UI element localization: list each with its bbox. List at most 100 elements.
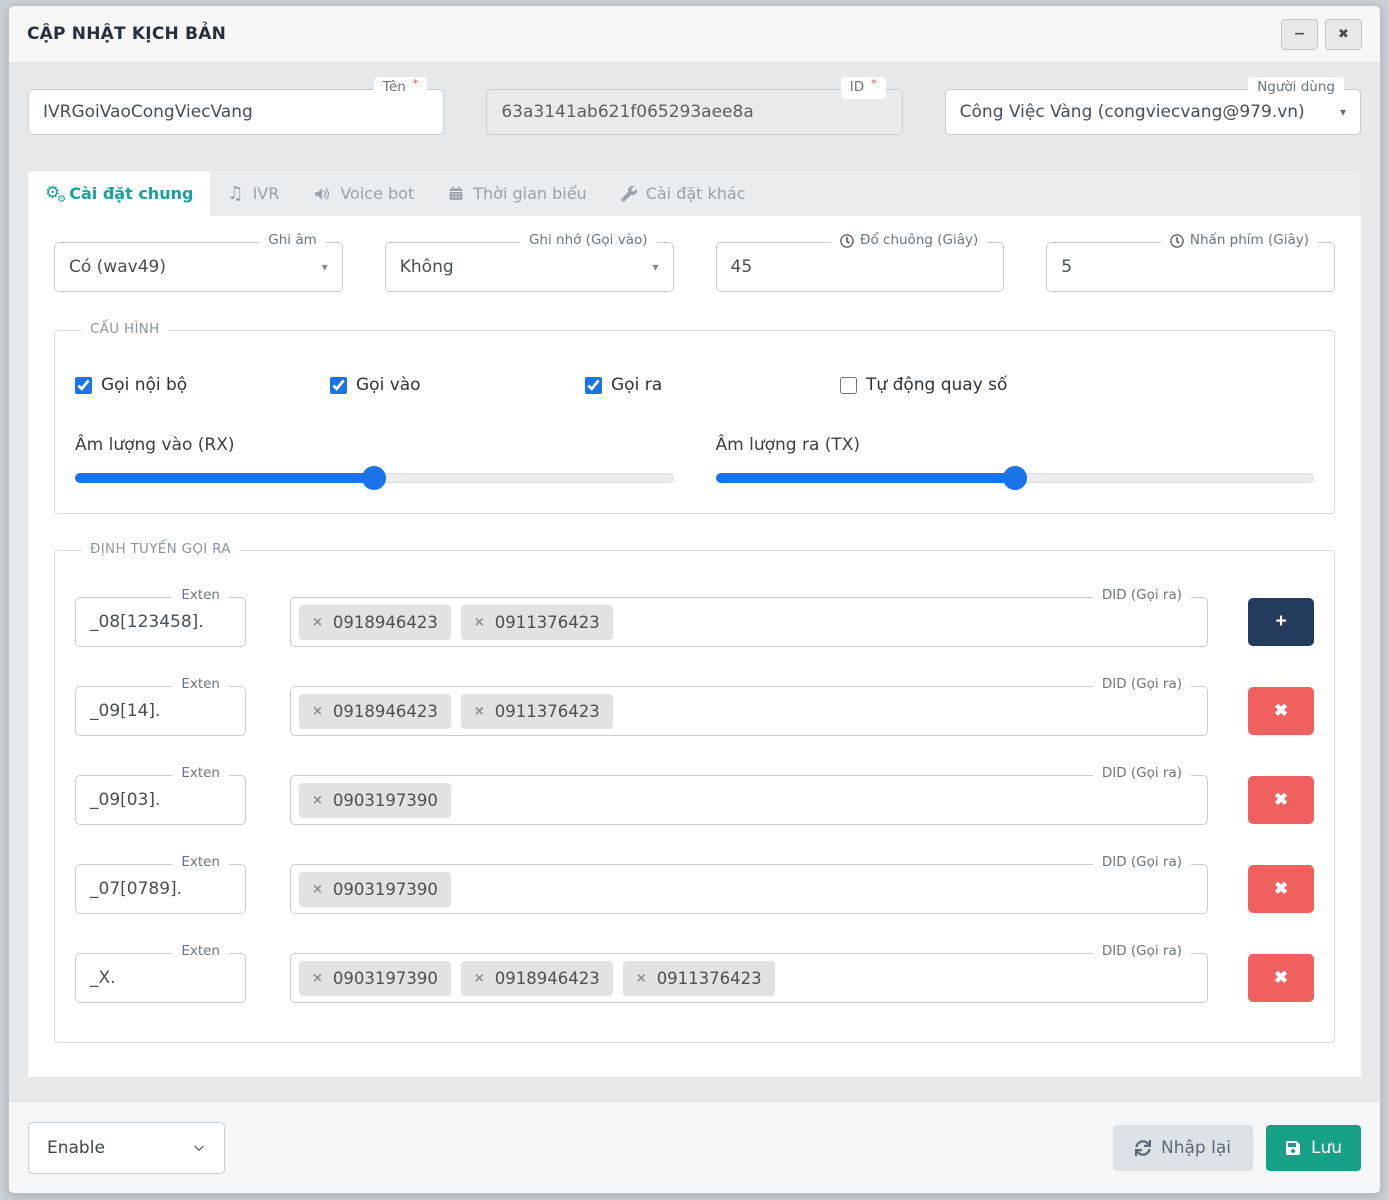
did-number: 0903197390 — [333, 969, 438, 988]
checkbox-label: Gọi ra — [611, 375, 662, 395]
tag-remove-icon[interactable]: × — [312, 971, 323, 986]
remove-route-button[interactable]: ✖ — [1248, 954, 1314, 1002]
did-number: 0911376423 — [495, 702, 600, 721]
tag-remove-icon[interactable]: × — [312, 704, 323, 719]
exten-input[interactable] — [90, 790, 231, 810]
chevron-down-icon — [192, 1141, 206, 1155]
did-tag[interactable]: ×0911376423 — [623, 961, 775, 996]
tag-remove-icon[interactable]: × — [312, 793, 323, 808]
did-number: 0918946423 — [495, 969, 600, 988]
close-button[interactable]: ✖ — [1325, 19, 1362, 50]
record-select[interactable]: Ghi âm Có (wav49) ▾ — [54, 242, 343, 292]
tab-label: Voice bot — [340, 184, 414, 203]
did-tag[interactable]: × 0903197390 — [299, 872, 451, 907]
tag-remove-icon[interactable]: × — [474, 704, 485, 719]
did-tag[interactable]: ×0911376423 — [461, 605, 613, 640]
tag-remove-icon[interactable]: × — [312, 615, 323, 630]
did-tag[interactable]: × 0918946423 — [299, 694, 451, 729]
slider-fill — [716, 473, 1014, 483]
did-tag[interactable]: × 0903197390 — [299, 961, 451, 996]
routing-section: ĐỊNH TUYẾN GỌI RA ExtenDID (Gọi ra)×0918… — [54, 550, 1335, 1043]
checkbox-tu-ong-quay-so[interactable]: Tự động quay số — [840, 375, 1314, 395]
did-tag[interactable]: ×0903197390 — [299, 783, 451, 818]
user-select[interactable]: Người dùng Công Việc Vàng (congviecvang@… — [945, 89, 1361, 135]
remove-route-button[interactable]: ✖ — [1248, 865, 1314, 913]
checkbox-input[interactable] — [330, 377, 347, 394]
exten-input[interactable] — [90, 612, 231, 632]
slider-label: Âm lượng vào (RX) — [75, 435, 674, 455]
checkbox-input[interactable] — [840, 377, 857, 394]
routing-row: ExtenDID (Gọi ra)×0903197390×0918946423×… — [75, 953, 1314, 1003]
did-tag[interactable]: × 0918946423 — [299, 605, 451, 640]
tab-cai-at-chung[interactable]: ⚙⚙Cài đặt chung — [28, 171, 210, 216]
exten-input[interactable] — [90, 968, 231, 988]
memory-select[interactable]: Ghi nhớ (Gọi vào) Không ▾ — [385, 242, 674, 292]
tab-thoi-gian-bieu[interactable]: Thời gian biểu — [431, 171, 603, 216]
did-field[interactable]: DID (Gọi ra)×0903197390 — [290, 775, 1208, 825]
checkbox-label: Gọi vào — [356, 375, 421, 395]
keypress-timeout-input[interactable] — [1061, 257, 1320, 277]
exten-field: Exten — [75, 686, 246, 736]
did-label: DID (Gọi ra) — [1102, 942, 1182, 962]
checkbox-input[interactable] — [75, 377, 92, 394]
tab-voice-bot[interactable]: Voice bot — [296, 171, 431, 216]
clock-icon — [1170, 234, 1184, 248]
name-input[interactable] — [43, 102, 429, 122]
exten-input[interactable] — [90, 879, 231, 899]
x-icon: ✖ — [1274, 968, 1288, 988]
ring-timeout-input[interactable] — [731, 257, 990, 277]
add-route-button[interactable]: + — [1248, 598, 1314, 646]
did-label: DID (Gọi ra) — [1102, 675, 1182, 695]
did-number: 0903197390 — [333, 880, 438, 899]
did-number: 0918946423 — [333, 702, 438, 721]
x-icon: ✖ — [1274, 790, 1288, 810]
slider-am-luong-vao-rx: Âm lượng vào (RX) — [75, 435, 674, 483]
general-settings-panel: Ghi âm Có (wav49) ▾ Ghi nhớ (Gọi vào) Kh… — [28, 216, 1361, 1077]
slider-track[interactable] — [716, 473, 1315, 483]
checkbox-goi-noi-bo[interactable]: Gọi nội bộ — [75, 375, 330, 395]
remove-route-button[interactable]: ✖ — [1248, 687, 1314, 735]
checkbox-row: Gọi nội bộ Gọi vào Gọi ra Tự động quay số — [75, 375, 1314, 395]
checkbox-goi-ra[interactable]: Gọi ra — [585, 375, 840, 395]
did-tag[interactable]: × 0918946423 — [461, 961, 613, 996]
tab-ivr[interactable]: ♫IVR — [210, 171, 296, 216]
x-icon: ✖ — [1274, 879, 1288, 899]
tag-remove-icon[interactable]: × — [636, 971, 647, 986]
did-field[interactable]: DID (Gọi ra)×0918946423×0911376423 — [290, 686, 1208, 736]
remove-route-button[interactable]: ✖ — [1248, 776, 1314, 824]
calendar-icon — [448, 185, 464, 202]
tab-label: IVR — [253, 184, 280, 203]
slider-thumb[interactable] — [362, 466, 386, 490]
minimize-button[interactable]: − — [1281, 19, 1318, 50]
checkbox-goi-vao[interactable]: Gọi vào — [330, 375, 585, 395]
did-field[interactable]: DID (Gọi ra)×0903197390 — [290, 864, 1208, 914]
exten-field: Exten — [75, 864, 246, 914]
tag-remove-icon[interactable]: × — [312, 882, 323, 897]
ring-timeout-label: Đổ chuông (Giây) — [860, 231, 978, 251]
slider-thumb[interactable] — [1003, 466, 1027, 490]
caret-down-icon: ▾ — [652, 260, 658, 274]
memory-value: Không — [400, 257, 454, 277]
save-button[interactable]: Lưu — [1266, 1125, 1361, 1171]
caret-down-icon: ▾ — [322, 260, 328, 274]
status-select[interactable]: Enable — [28, 1122, 225, 1174]
routing-row: ExtenDID (Gọi ra)×0918946423×0911376423✖ — [75, 686, 1314, 736]
id-field: ID* — [486, 89, 902, 135]
did-tag[interactable]: × 0911376423 — [461, 694, 613, 729]
keypress-timeout-label: Nhấn phím (Giây) — [1190, 231, 1309, 251]
did-number: 0918946423 — [333, 613, 438, 632]
slider-track[interactable] — [75, 473, 674, 483]
exten-field: Exten — [75, 775, 246, 825]
tab-cai-at-khac[interactable]: Cài đặt khác — [604, 171, 763, 216]
tag-remove-icon[interactable]: × — [474, 615, 485, 630]
reset-button[interactable]: Nhập lại — [1113, 1125, 1253, 1171]
tag-remove-icon[interactable]: × — [474, 971, 485, 986]
checkbox-input[interactable] — [585, 377, 602, 394]
did-field[interactable]: DID (Gọi ra)×0903197390×0918946423×09113… — [290, 953, 1208, 1003]
exten-input[interactable] — [90, 701, 231, 721]
did-field[interactable]: DID (Gọi ra)×0918946423×0911376423 — [290, 597, 1208, 647]
checkbox-label: Tự động quay số — [866, 375, 1007, 395]
modal-header: CẬP NHẬT KỊCH BẢN − ✖ — [9, 6, 1380, 63]
status-value: Enable — [47, 1138, 105, 1158]
exten-label: Exten — [181, 586, 220, 606]
